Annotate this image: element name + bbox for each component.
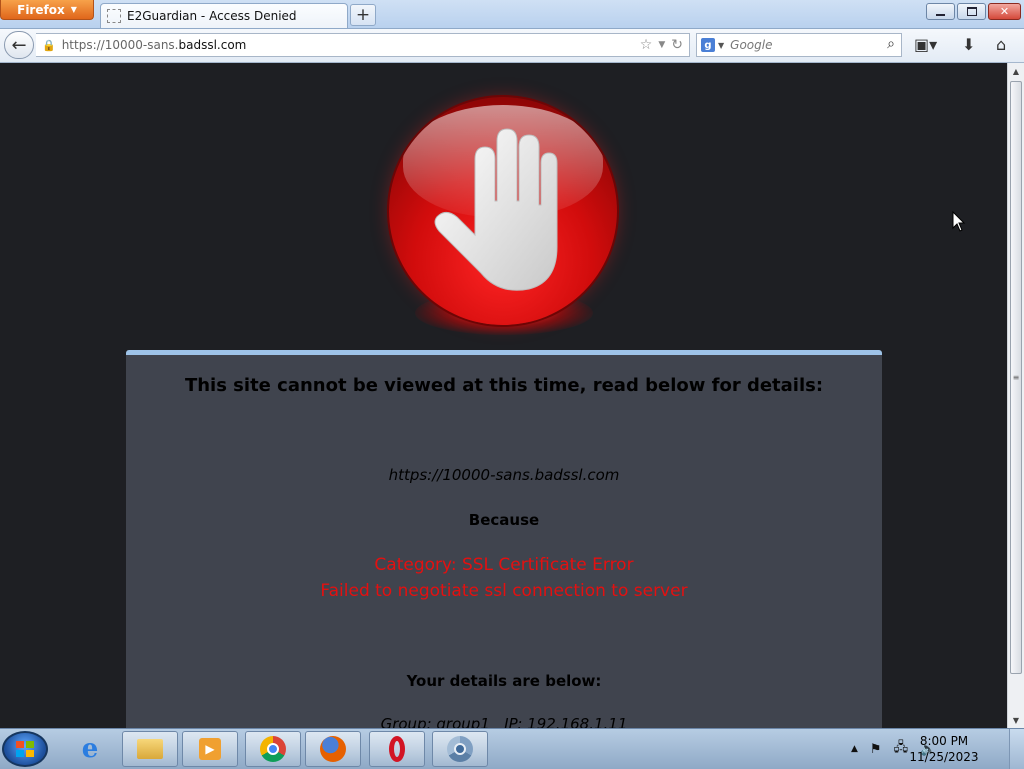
firefox-menu-button[interactable]: Firefox ▼ [0, 0, 94, 20]
taskbar-firefox[interactable] [305, 731, 361, 767]
restore-button[interactable] [957, 3, 986, 20]
firefox-icon [320, 736, 346, 762]
reload-icon[interactable]: ↻ [671, 37, 683, 53]
taskbar-clock[interactable]: 8:00 PM 11/25/2023 [904, 733, 984, 765]
restore-icon [966, 7, 977, 16]
taskbar-file-explorer[interactable] [122, 731, 178, 767]
close-icon: ✕ [999, 5, 1010, 18]
stop-hand-icon [389, 97, 617, 325]
plus-icon: + [355, 5, 371, 25]
taskbar-opera[interactable] [369, 731, 425, 767]
vertical-scrollbar[interactable]: ▲ ≡ ▼ [1007, 63, 1024, 728]
clock-time: 8:00 PM [919, 734, 969, 748]
taskbar-media-player[interactable]: ▶ [182, 731, 238, 767]
downloads-icon[interactable]: ⬇ [962, 35, 975, 54]
file-explorer-icon [137, 739, 163, 759]
search-bar[interactable]: g ▼ Google ⌕ [696, 33, 902, 57]
minimize-icon [936, 13, 945, 16]
url-host: badssl.com [178, 38, 247, 52]
chevron-down-icon: ▼ [70, 5, 77, 14]
because-label: Because [468, 511, 540, 529]
url-prefix: https://10000-sans. [61, 38, 179, 52]
media-player-icon: ▶ [199, 738, 221, 760]
mouse-pointer-icon [952, 211, 966, 232]
close-window-button[interactable]: ✕ [988, 3, 1021, 20]
search-placeholder: Google [730, 38, 773, 52]
bookmarks-menu-icon[interactable]: ▣▾ [914, 35, 937, 54]
action-center-flag-icon[interactable]: ⚑ [870, 742, 882, 757]
search-icon[interactable]: ⌕ [887, 36, 895, 52]
google-icon[interactable]: g [701, 38, 715, 52]
opera-icon [389, 736, 405, 762]
scroll-down-arrow-icon[interactable]: ▼ [1008, 712, 1024, 728]
chrome-icon [260, 736, 286, 762]
tab-active[interactable]: E2Guardian - Access Denied [100, 3, 348, 28]
bookmark-star-icon[interactable]: ☆ [640, 37, 653, 53]
windows-logo-icon [16, 741, 34, 757]
back-arrow-icon: ← [11, 34, 27, 56]
internet-explorer-icon: e [81, 734, 99, 764]
window-titlebar: Firefox ▼ E2Guardian - Access Denied + ✕ [0, 0, 1024, 29]
clock-date: 11/25/2023 [909, 750, 979, 764]
minimize-button[interactable] [926, 3, 955, 20]
home-icon[interactable]: ⌂ [996, 35, 1006, 54]
taskbar-chrome[interactable] [245, 731, 301, 767]
user-details-heading: Your details are below: [406, 672, 602, 690]
new-tab-button[interactable]: + [350, 4, 376, 26]
address-bar[interactable]: 🔒 https://10000-sans. badssl.com ☆ ▼ ↻ [36, 33, 690, 57]
chromium-icon [447, 736, 473, 762]
scroll-up-arrow-icon[interactable]: ▲ [1008, 63, 1024, 79]
lock-icon: 🔒 [42, 38, 56, 52]
history-dropdown-icon[interactable]: ▼ [658, 40, 665, 53]
start-button[interactable] [2, 731, 48, 767]
page-viewport: This site cannot be viewed at this time,… [0, 63, 1007, 728]
scroll-thumb[interactable]: ≡ [1010, 81, 1022, 674]
taskbar-internet-explorer[interactable]: e [62, 731, 118, 767]
navigation-toolbar: ← 🔒 https://10000-sans. badssl.com ☆ ▼ ↻ … [0, 29, 1024, 63]
page-title: This site cannot be viewed at this time,… [184, 375, 824, 396]
block-message-panel: This site cannot be viewed at this time,… [126, 350, 882, 728]
user-details-line: Group: group1 IP: 192.168.1.11 [380, 715, 628, 728]
back-button[interactable]: ← [4, 31, 34, 59]
firefox-menu-label: Firefox [17, 2, 65, 17]
blocked-url: https://10000-sans.badssl.com [388, 466, 620, 484]
taskbar-chromium[interactable] [432, 731, 488, 767]
taskbar: e ▶ ▲ ⚑ 🖧 🔈 8:00 PM 11/25/2023 [0, 728, 1024, 769]
block-reason-detail: Failed to negotiate ssl connection to se… [320, 581, 688, 601]
show-hidden-icons-icon[interactable]: ▲ [851, 744, 858, 754]
page-favicon-icon [107, 9, 121, 23]
search-engine-dropdown-icon[interactable]: ▼ [718, 41, 724, 50]
show-desktop-button[interactable] [1009, 729, 1024, 769]
block-reason-category: Category: SSL Certificate Error [374, 555, 634, 575]
tab-title: E2Guardian - Access Denied [127, 9, 297, 23]
